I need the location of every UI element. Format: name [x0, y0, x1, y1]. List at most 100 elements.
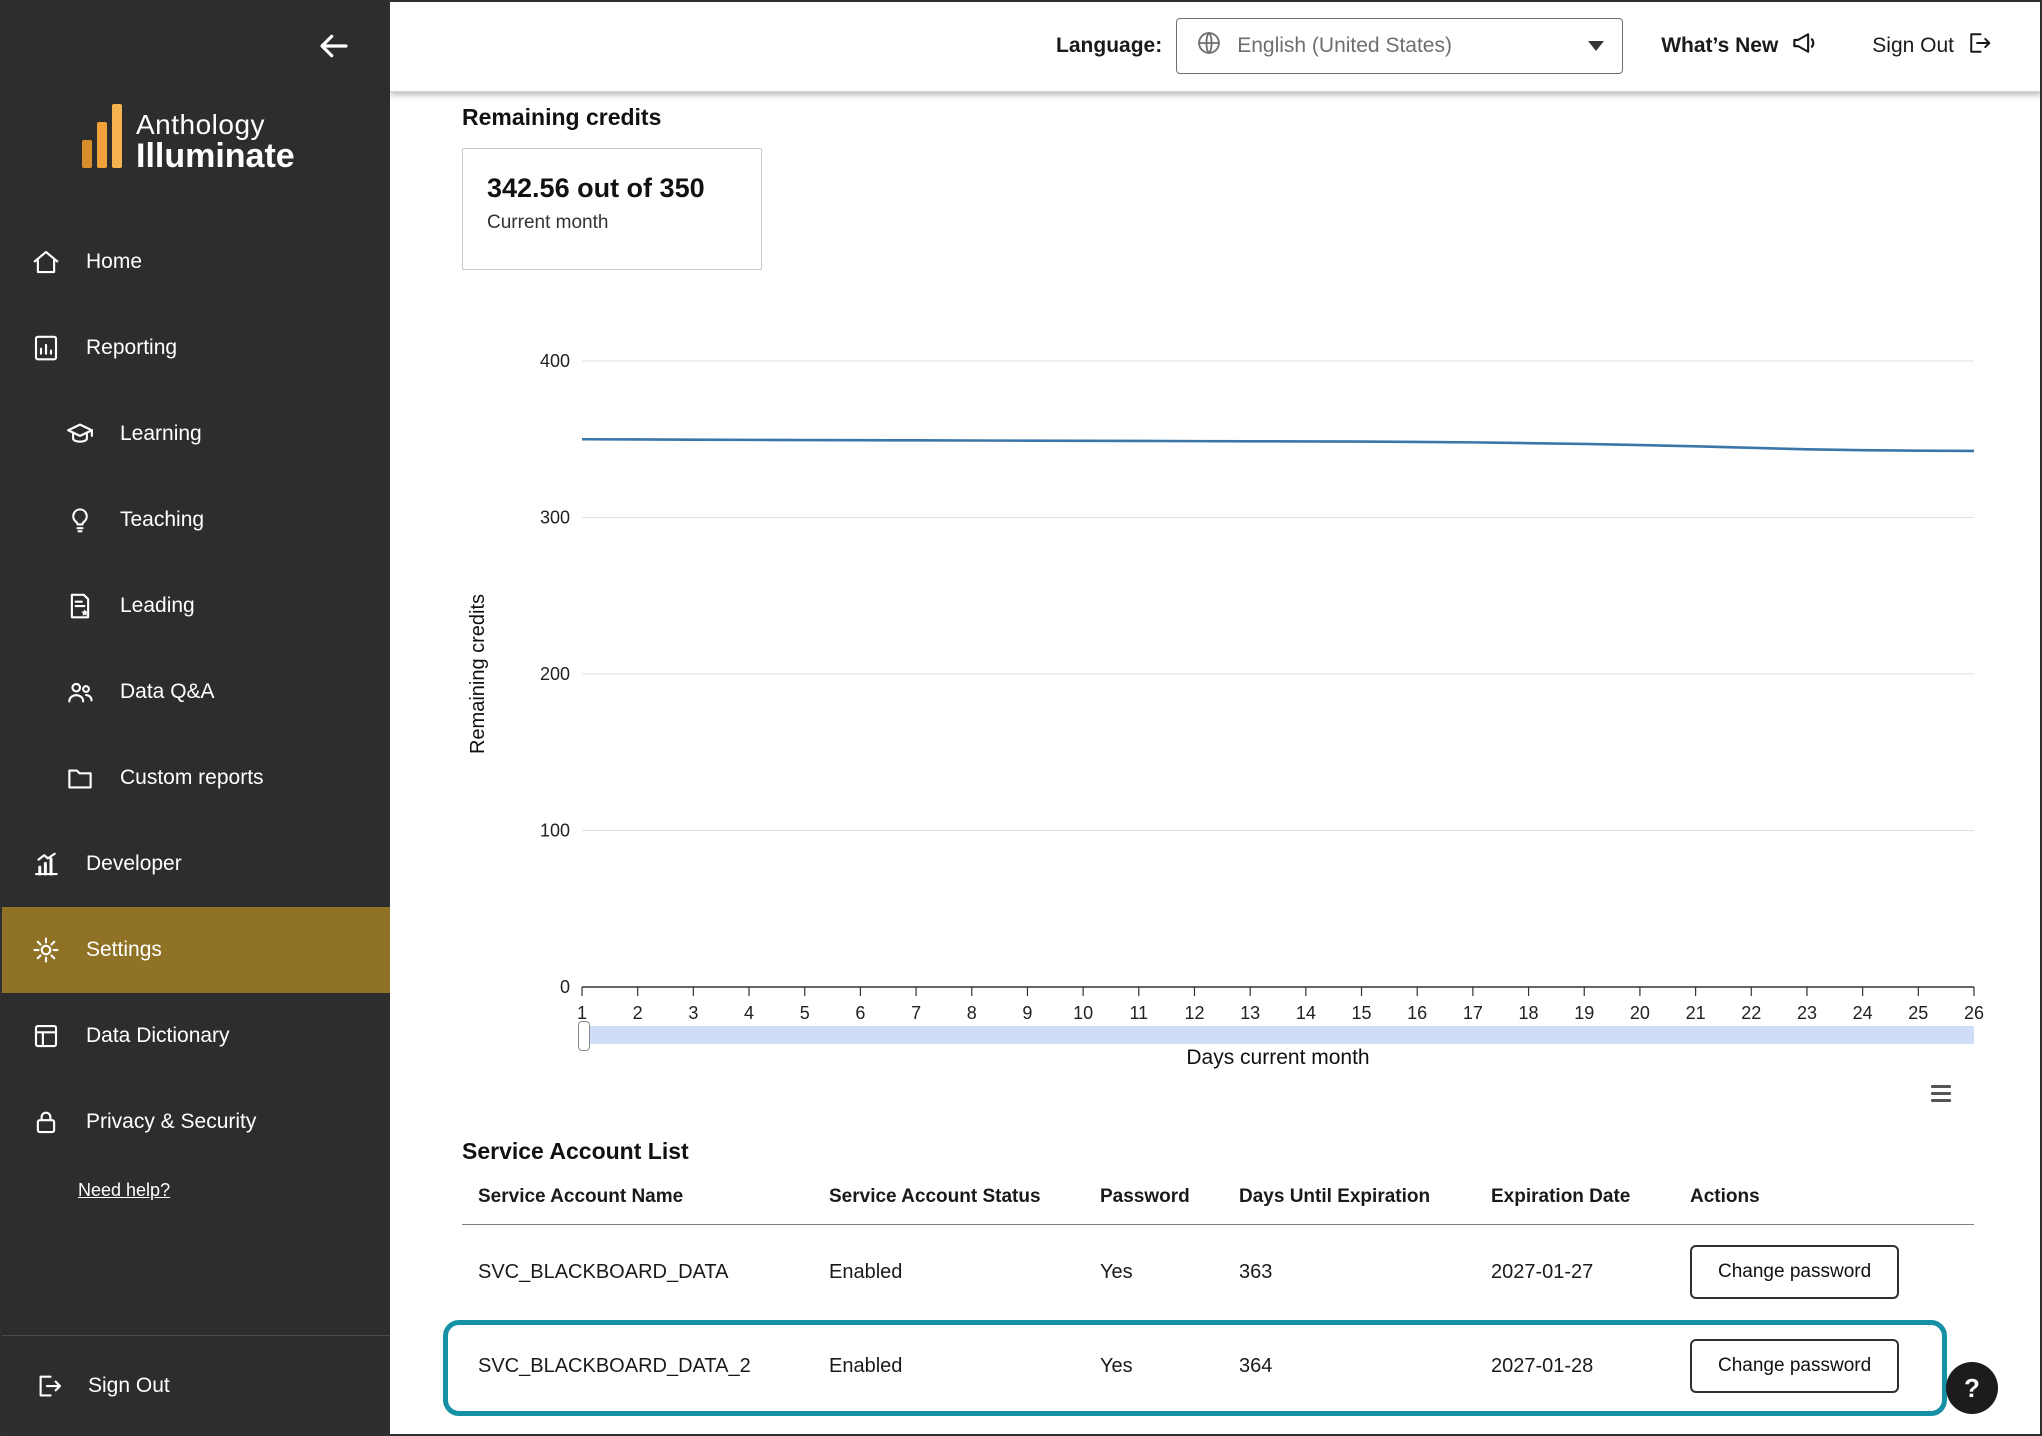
- sidebar-nav: Home Reporting Learning Teaching Leading: [0, 219, 390, 1165]
- folder-icon: [64, 763, 96, 793]
- credits-period: Current month: [487, 212, 737, 234]
- service-account-name: SVC_BLACKBOARD_DATA: [462, 1261, 829, 1284]
- table-header-row: Service Account Name Service Account Sta…: [462, 1186, 1974, 1225]
- chart-x-axis-title: Days current month: [582, 1046, 1974, 1070]
- people-icon: [64, 677, 96, 707]
- svg-text:24: 24: [1853, 1003, 1873, 1023]
- svg-text:7: 7: [911, 1003, 921, 1023]
- sidebar-item-label: Developer: [86, 852, 182, 876]
- expiration-date: 2027-01-28: [1491, 1355, 1690, 1378]
- lightbulb-icon: [64, 505, 96, 535]
- whats-new-button[interactable]: What’s New: [1661, 28, 1820, 64]
- chart-context-menu-button[interactable]: [1924, 1076, 1958, 1110]
- svg-text:300: 300: [540, 508, 570, 528]
- sidebar: Anthology Illuminate Home Reporting Lear…: [0, 0, 390, 1436]
- sidebar-item-custom-reports[interactable]: Custom reports: [0, 735, 390, 821]
- service-account-name: SVC_BLACKBOARD_DATA_2: [462, 1355, 829, 1378]
- chart-range-scrollbar[interactable]: [582, 1026, 1974, 1044]
- service-account-status: Enabled: [829, 1355, 1100, 1378]
- column-header: Actions: [1690, 1186, 1974, 1208]
- table-row: SVC_BLACKBOARD_DATA_2 Enabled Yes 364 20…: [462, 1319, 1974, 1413]
- sidebar-item-data-qa[interactable]: Data Q&A: [0, 649, 390, 735]
- svg-text:8: 8: [967, 1003, 977, 1023]
- arrow-left-icon: [316, 52, 352, 67]
- sidebar-sign-out-button[interactable]: Sign Out: [0, 1335, 390, 1436]
- sidebar-item-label: Home: [86, 250, 142, 274]
- logo-text-line2: Illuminate: [136, 139, 295, 174]
- svg-text:16: 16: [1407, 1003, 1427, 1023]
- graduation-cap-icon: [64, 419, 96, 449]
- help-button[interactable]: ?: [1946, 1362, 1998, 1414]
- sidebar-item-label: Teaching: [120, 508, 204, 532]
- sidebar-item-label: Settings: [86, 938, 162, 962]
- language-label: Language:: [1056, 34, 1162, 58]
- column-header: Service Account Status: [829, 1186, 1100, 1208]
- remaining-credits-heading: Remaining credits: [462, 104, 661, 131]
- days-until-expiration: 364: [1239, 1355, 1491, 1378]
- main-content: Remaining credits 342.56 out of 350 Curr…: [390, 92, 2042, 1436]
- change-password-button[interactable]: Change password: [1690, 1245, 1899, 1299]
- sign-out-icon: [1966, 29, 1994, 63]
- sidebar-item-label: Data Dictionary: [86, 1024, 230, 1048]
- globe-icon: [1195, 29, 1223, 63]
- sidebar-item-label: Privacy & Security: [86, 1110, 256, 1134]
- svg-text:22: 22: [1741, 1003, 1761, 1023]
- sidebar-collapse-button[interactable]: [312, 24, 356, 71]
- language-select-value: English (United States): [1237, 34, 1452, 58]
- reporting-icon: [30, 333, 62, 363]
- language-select[interactable]: English (United States): [1176, 18, 1623, 74]
- service-account-status: Enabled: [829, 1261, 1100, 1284]
- svg-text:23: 23: [1797, 1003, 1817, 1023]
- sidebar-item-leading[interactable]: Leading: [0, 563, 390, 649]
- megaphone-icon: [1790, 28, 1820, 64]
- sidebar-item-data-dictionary[interactable]: Data Dictionary: [0, 993, 390, 1079]
- service-account-password: Yes: [1100, 1355, 1239, 1378]
- days-until-expiration: 363: [1239, 1261, 1491, 1284]
- lock-icon: [30, 1107, 62, 1137]
- column-header: Service Account Name: [462, 1186, 829, 1208]
- svg-text:17: 17: [1463, 1003, 1483, 1023]
- gear-icon: [30, 935, 62, 965]
- svg-text:21: 21: [1686, 1003, 1706, 1023]
- credits-summary-card: 342.56 out of 350 Current month: [462, 148, 762, 270]
- svg-text:2: 2: [633, 1003, 643, 1023]
- sidebar-item-settings[interactable]: Settings: [0, 907, 390, 993]
- sidebar-item-label: Data Q&A: [120, 680, 215, 704]
- bar-chart-icon: [30, 849, 62, 879]
- sidebar-item-label: Leading: [120, 594, 195, 618]
- svg-text:400: 400: [540, 351, 570, 371]
- remaining-credits-chart: 0100200300400 12345678910111213141516171…: [462, 332, 2002, 1032]
- chevron-down-icon: [1588, 41, 1604, 51]
- sidebar-item-reporting[interactable]: Reporting: [0, 305, 390, 391]
- sign-out-icon: [34, 1371, 66, 1401]
- sidebar-item-learning[interactable]: Learning: [0, 391, 390, 477]
- column-header: Days Until Expiration: [1239, 1186, 1491, 1208]
- whats-new-label: What’s New: [1661, 34, 1778, 58]
- service-account-table: Service Account Name Service Account Sta…: [462, 1186, 1974, 1413]
- column-header: Expiration Date: [1491, 1186, 1690, 1208]
- svg-text:20: 20: [1630, 1003, 1650, 1023]
- sidebar-item-label: Reporting: [86, 336, 177, 360]
- svg-text:5: 5: [800, 1003, 810, 1023]
- svg-text:13: 13: [1240, 1003, 1260, 1023]
- credits-value: 342.56 out of 350: [487, 173, 737, 204]
- svg-text:19: 19: [1574, 1003, 1594, 1023]
- sidebar-sign-out-label: Sign Out: [88, 1374, 170, 1398]
- home-icon: [30, 247, 62, 277]
- change-password-button[interactable]: Change password: [1690, 1339, 1899, 1393]
- sidebar-item-teaching[interactable]: Teaching: [0, 477, 390, 563]
- logo-text-line1: Anthology: [136, 111, 295, 140]
- svg-text:0: 0: [560, 977, 570, 997]
- logo-mark-icon: [82, 104, 122, 174]
- sidebar-item-home[interactable]: Home: [0, 219, 390, 305]
- sign-out-button[interactable]: Sign Out: [1872, 29, 1994, 63]
- svg-text:15: 15: [1352, 1003, 1372, 1023]
- svg-text:26: 26: [1964, 1003, 1984, 1023]
- hamburger-icon: [1931, 1085, 1951, 1088]
- sidebar-item-privacy-security[interactable]: Privacy & Security: [0, 1079, 390, 1165]
- column-header: Password: [1100, 1186, 1239, 1208]
- svg-text:25: 25: [1908, 1003, 1928, 1023]
- sidebar-item-developer[interactable]: Developer: [0, 821, 390, 907]
- need-help-link[interactable]: Need help?: [78, 1180, 170, 1201]
- svg-text:9: 9: [1022, 1003, 1032, 1023]
